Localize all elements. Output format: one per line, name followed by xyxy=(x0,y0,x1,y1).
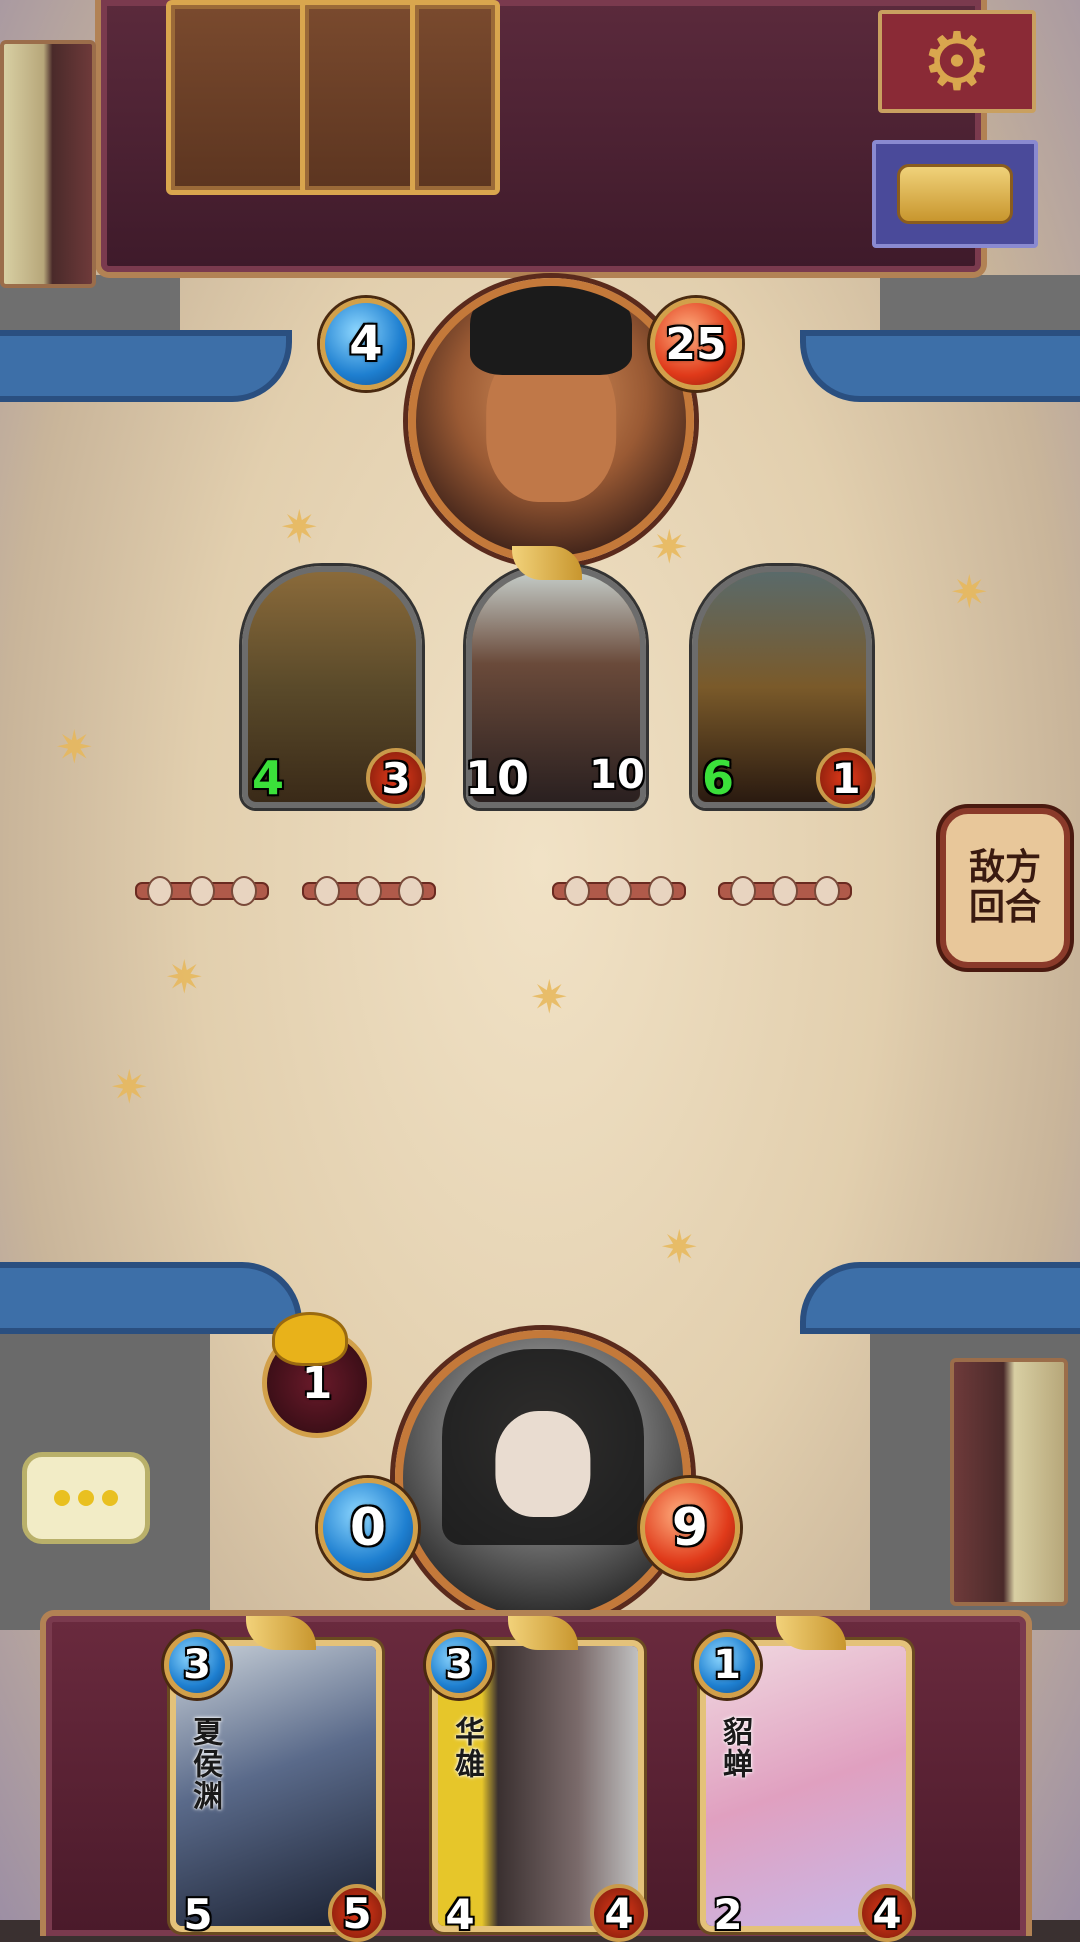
spike-barricade xyxy=(135,876,269,906)
card-attack: 5 xyxy=(183,1889,213,1939)
spike-barricade xyxy=(302,876,436,906)
spike-barricade xyxy=(552,876,686,906)
gear-icon: ⚙ xyxy=(921,14,993,108)
leaf-decor: ✷ xyxy=(55,720,94,774)
card-name: 夏侯渊 xyxy=(187,1716,222,1812)
enemy-deck xyxy=(0,40,96,288)
card-cost: 3 xyxy=(426,1632,492,1698)
card-name: 貂蝉 xyxy=(717,1716,752,1780)
enemy-mana-gem: 4 xyxy=(320,298,412,390)
enemy-turn-button[interactable]: 敌方回合 xyxy=(940,808,1070,968)
player-mana-gem: 0 xyxy=(318,1478,418,1578)
chat-button[interactable] xyxy=(22,1452,150,1544)
river-top-left xyxy=(0,330,292,402)
card-attack: 2 xyxy=(713,1889,743,1939)
chat-dot xyxy=(78,1490,94,1506)
enemy-card-back xyxy=(410,0,500,195)
minion-health: 10 xyxy=(589,752,645,798)
card-cost: 3 xyxy=(164,1632,230,1698)
river-bottom-left xyxy=(0,1262,302,1334)
enemy-minion[interactable]: 10 10 xyxy=(465,546,646,808)
card-health: 4 xyxy=(590,1884,648,1942)
card-cost: 1 xyxy=(694,1632,760,1698)
player-health-gem: 9 xyxy=(640,1478,740,1578)
gold-pouch-icon xyxy=(272,1312,348,1366)
settings-button[interactable]: ⚙ xyxy=(878,10,1036,113)
spike-barricade xyxy=(718,876,852,906)
player-deck[interactable] xyxy=(950,1358,1068,1606)
leaf-decor: ✷ xyxy=(110,1060,149,1114)
card-health: 5 xyxy=(328,1884,386,1942)
enemy-minion[interactable]: 4 3 xyxy=(242,566,426,808)
player-hero-portrait[interactable] xyxy=(395,1330,691,1626)
minion-attack: 10 xyxy=(464,751,529,805)
hand-card[interactable]: 华雄 3 4 4 xyxy=(426,1616,648,1942)
battle-log-button[interactable] xyxy=(872,140,1038,248)
enemy-hero-portrait[interactable] xyxy=(408,278,694,564)
card-health: 4 xyxy=(858,1884,916,1942)
chat-bubble-icon xyxy=(54,1490,70,1506)
player-hero-face xyxy=(495,1410,591,1518)
leaf-decor: ✷ xyxy=(950,565,989,619)
hand-card[interactable]: 貂蝉 1 2 4 xyxy=(694,1616,916,1942)
scroll-icon xyxy=(897,164,1013,224)
leaf-decor: ✷ xyxy=(165,950,204,1004)
leaf-decor: ✷ xyxy=(280,500,319,554)
minion-health: 3 xyxy=(366,748,426,808)
enemy-health-gem: 25 xyxy=(650,298,742,390)
card-name: 华雄 xyxy=(449,1716,484,1780)
enemy-minion[interactable]: 6 1 xyxy=(692,566,876,808)
leaf-decor: ✷ xyxy=(650,520,689,574)
leaf-decor: ✷ xyxy=(660,1220,699,1274)
river-bottom-right xyxy=(800,1262,1080,1334)
minion-attack: 4 xyxy=(251,751,284,805)
enemy-hero-hair xyxy=(470,286,632,376)
turn-badge-text: 敌方回合 xyxy=(968,846,1041,928)
chat-dot xyxy=(102,1490,118,1506)
river-top-right xyxy=(800,330,1080,402)
minion-attack: 6 xyxy=(701,751,734,805)
card-attack: 4 xyxy=(445,1889,475,1939)
leaf-decor: ✷ xyxy=(530,970,569,1024)
hand-card[interactable]: 夏侯渊 3 5 5 xyxy=(164,1616,386,1942)
minion-health: 1 xyxy=(816,748,876,808)
